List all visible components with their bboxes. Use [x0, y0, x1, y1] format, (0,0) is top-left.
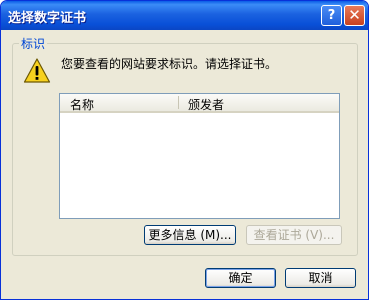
dialog-window: 选择数字证书 ? ✕ 标识 您要查看的网站要求标识。请选择证书。 名称 颁发者 … — [0, 0, 369, 300]
title-bar[interactable]: 选择数字证书 ? ✕ — [1, 1, 368, 30]
close-button[interactable]: ✕ — [344, 5, 365, 26]
window-title: 选择数字证书 — [8, 11, 87, 26]
group-legend: 标识 — [19, 35, 48, 52]
column-header-issuer[interactable]: 颁发者 — [188, 96, 224, 113]
cancel-button[interactable]: 取消 — [285, 268, 356, 288]
message-text: 您要查看的网站要求标识。请选择证书。 — [61, 57, 278, 71]
certificate-list[interactable]: 名称 颁发者 — [59, 93, 340, 219]
column-divider[interactable] — [178, 96, 179, 109]
view-certificate-button[interactable]: 查看证书 (V)... — [246, 225, 342, 245]
list-header: 名称 颁发者 — [60, 94, 339, 113]
help-button[interactable]: ? — [321, 5, 342, 26]
ok-button[interactable]: 确定 — [205, 268, 276, 288]
warning-icon — [23, 58, 51, 83]
more-info-button[interactable]: 更多信息 (M)... — [144, 225, 236, 245]
column-header-name[interactable]: 名称 — [70, 96, 94, 113]
